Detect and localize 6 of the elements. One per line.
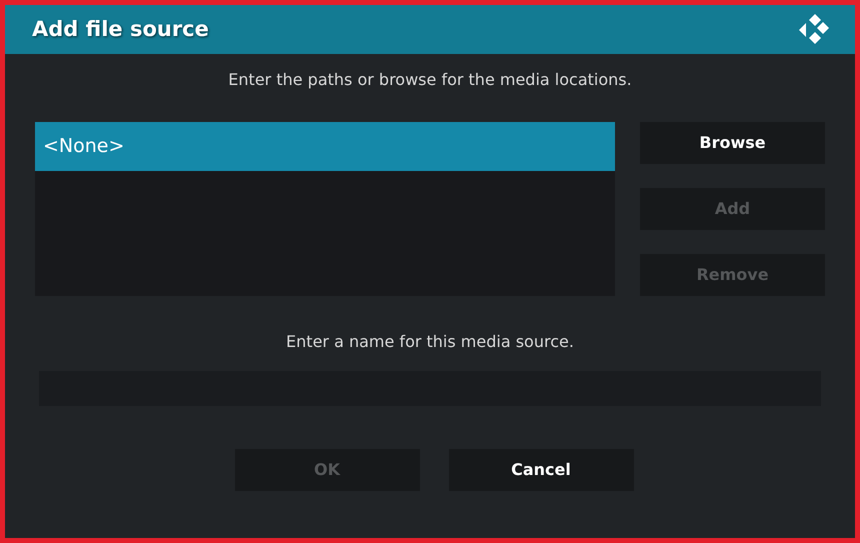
instruction-text: Enter a name for this media source. xyxy=(285,331,575,353)
path-item[interactable]: <None> xyxy=(35,122,615,171)
instruction-text: Enter the paths or browse for the media locations. xyxy=(227,69,633,91)
button[interactable]: Browse xyxy=(640,122,825,164)
window-title: Add file source xyxy=(32,16,209,43)
button[interactable]: Cancel xyxy=(448,449,634,491)
